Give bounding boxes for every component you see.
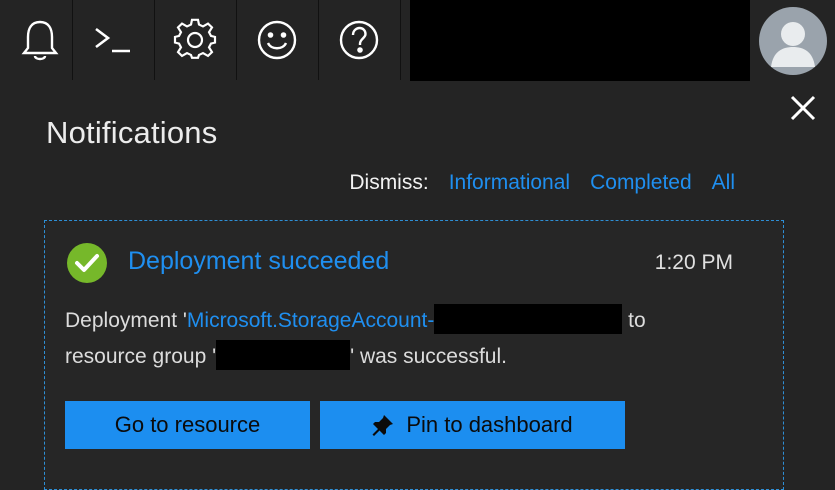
dismiss-row: Dismiss: Informational Completed All	[349, 171, 735, 195]
dismiss-informational-link[interactable]: Informational	[449, 171, 570, 195]
dismiss-label: Dismiss:	[349, 171, 429, 194]
panel-title: Notifications	[46, 115, 218, 150]
go-to-resource-label: Go to resource	[114, 412, 261, 437]
message-text: to	[622, 309, 646, 332]
redacted-deployment-id	[434, 304, 623, 334]
notification-time: 1:20 PM	[654, 251, 733, 274]
settings-button[interactable]	[154, 0, 234, 80]
notification-title[interactable]: Deployment succeeded	[128, 247, 389, 276]
pin-to-dashboard-button[interactable]: Pin to dashboard	[320, 401, 625, 449]
dismiss-completed-link[interactable]: Completed	[590, 171, 692, 195]
close-panel-button[interactable]	[787, 94, 819, 126]
avatar	[758, 6, 827, 75]
account-button[interactable]	[750, 0, 835, 81]
terminal-icon	[92, 23, 134, 57]
message-text: ' was successful.	[350, 345, 507, 368]
bell-icon	[20, 18, 60, 62]
top-toolbar	[0, 0, 835, 81]
message-text: Deployment '	[65, 309, 187, 332]
deployment-link[interactable]: Microsoft.StorageAccount-	[187, 309, 434, 332]
help-button[interactable]	[318, 0, 398, 80]
cloud-shell-button[interactable]	[72, 0, 152, 80]
gear-icon	[173, 18, 217, 62]
message-text: resource group '	[65, 345, 217, 368]
notification-card[interactable]: Deployment succeeded 1:20 PM Deployment …	[44, 220, 784, 490]
redacted-resource-group	[216, 340, 351, 370]
pin-to-dashboard-label: Pin to dashboard	[406, 412, 573, 437]
success-icon	[67, 243, 107, 283]
dismiss-all-link[interactable]: All	[712, 171, 735, 195]
smiley-icon	[255, 18, 299, 62]
pin-icon	[372, 414, 394, 436]
toolbar-divider	[400, 0, 410, 80]
feedback-button[interactable]	[236, 0, 316, 80]
help-icon	[337, 18, 381, 62]
notification-message: Deployment 'Microsoft.StorageAccount- to…	[65, 303, 755, 375]
notifications-button[interactable]	[0, 0, 80, 80]
redacted-region	[410, 0, 750, 81]
go-to-resource-button[interactable]: Go to resource	[65, 401, 310, 449]
close-icon	[790, 95, 816, 126]
